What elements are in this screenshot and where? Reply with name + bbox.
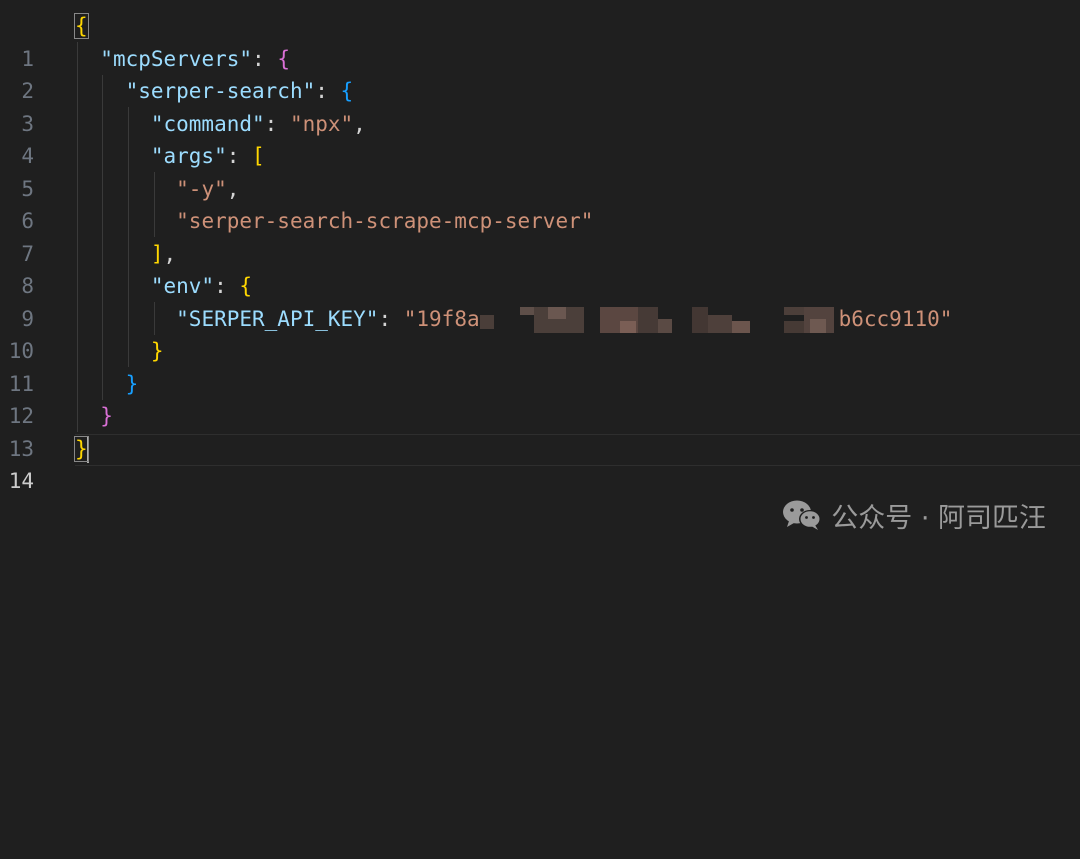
colon: : [264,111,290,136]
code-line[interactable]: 3 "serper-search": { [0,75,1080,136]
colon: : [252,46,278,71]
json-key: "args" [150,144,227,168]
json-string: "serper-search-scrape-mcp-server" [176,209,594,233]
code-editor[interactable]: 1 { 2 "mcpServers": { 3 "serper-search":… [0,0,1080,558]
brace: { [239,274,253,298]
json-string: "npx" [289,111,354,136]
json-key: "env" [150,274,215,298]
colon: : [378,306,404,331]
json-string: "-y" [176,176,227,201]
api-key-end: b6cc9110" [838,306,953,331]
watermark: 公众号 · 阿司匹汪 [781,495,1046,535]
code-line[interactable]: 10 "SERPER_API_KEY": "19f8a b6cc9110" [0,303,1080,363]
wechat-icon [783,500,822,530]
json-key: "SERPER_API_KEY" [176,306,379,331]
code-line-active[interactable]: 14 } [0,433,1080,493]
watermark-text: 公众号 · 阿司匹汪 [831,502,1046,534]
bracket: [ [252,144,265,168]
redacted-mosaic [479,306,839,333]
api-key-start: "19f8a [403,306,480,331]
code-line[interactable]: 2 "mcpServers": { [0,43,1080,104]
code-line[interactable]: 4 "command": "npx", [0,108,1080,169]
code-line[interactable]: 6 "-y", [0,173,1080,234]
code-line[interactable]: 1 { [0,10,1080,71]
brace: { [340,79,354,103]
code-line[interactable]: 12 } [0,368,1080,429]
brace: } [125,371,139,396]
colon: : [226,144,253,168]
brace: { [74,13,89,39]
colon: : [214,274,240,298]
code-line[interactable]: 7 "serper-search-scrape-mcp-server" [0,205,1080,266]
colon: : [315,79,341,103]
json-key: "mcpServers" [100,46,253,71]
code-line[interactable]: 9 "env": { [0,270,1080,331]
comma: , [226,176,240,201]
bracket: ] [150,241,164,266]
comma: , [353,111,366,136]
line-number-active: 14 [8,469,34,493]
json-key: "serper-search" [125,79,316,103]
json-key: "command" [150,111,265,136]
code-line[interactable]: 5 "args": [ [0,140,1080,201]
code-line[interactable]: 13 } [0,400,1080,461]
comma: , [163,241,177,266]
code-line[interactable]: 8 ], [0,238,1080,299]
brace: } [150,339,164,363]
code-line[interactable]: 11 } [0,335,1080,396]
text-cursor [86,436,89,463]
brace: } [100,404,113,428]
brace: { [277,46,290,71]
